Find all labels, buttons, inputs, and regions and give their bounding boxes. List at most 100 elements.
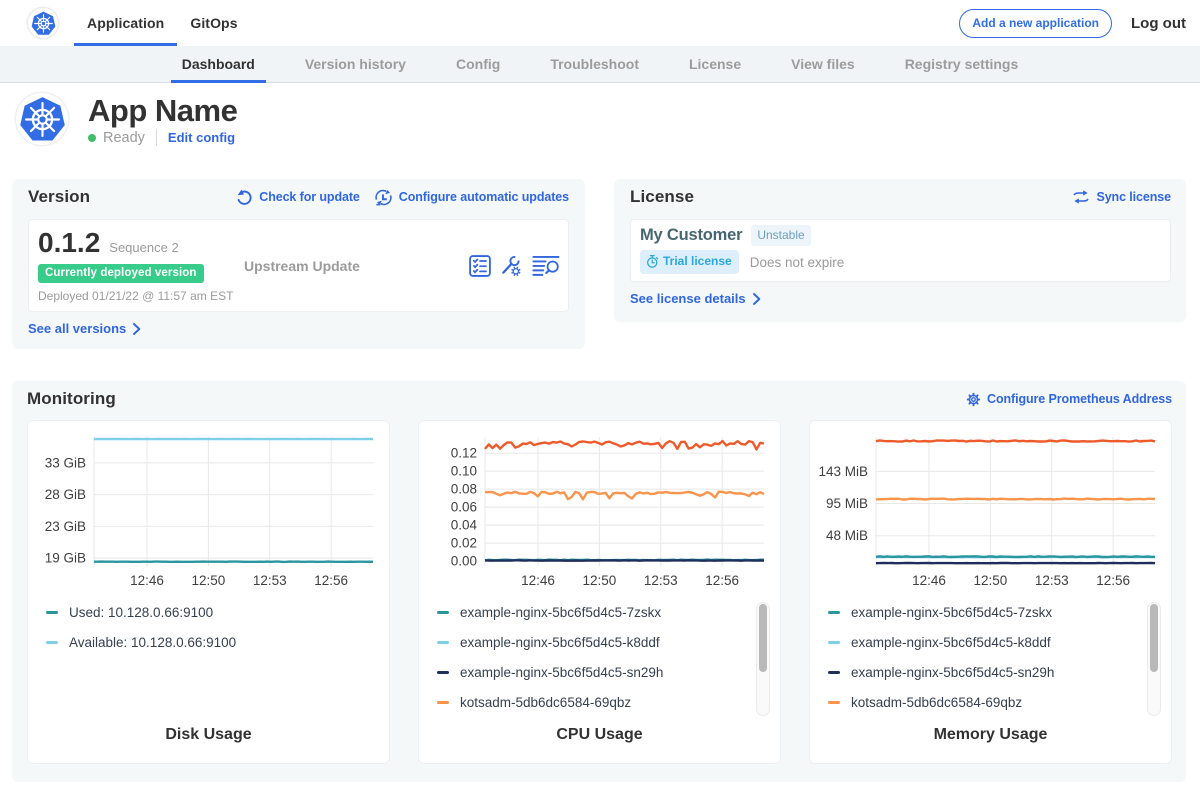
configure-auto-updates-label: Configure automatic updates [399, 190, 569, 204]
svg-text:0.08: 0.08 [451, 482, 477, 497]
svg-text:0.00: 0.00 [451, 554, 477, 569]
legend-scrollbar[interactable] [1147, 602, 1161, 716]
configure-auto-updates-link[interactable]: Configure automatic updates [374, 188, 569, 207]
add-application-button[interactable]: Add a new application [959, 9, 1112, 38]
app-subnav: Dashboard Version history Config Troublesho… [0, 46, 1200, 83]
sync-arrows-icon [1072, 189, 1090, 205]
tab-application[interactable]: Application [74, 0, 177, 46]
legend-item: Available: 10.128.0.66:9100 [28, 627, 389, 657]
edit-config-link[interactable]: Edit config [168, 130, 235, 145]
legend-label: kotsadm-5db6dc6584-69qbz [851, 695, 1022, 710]
legend-scrollbar-thumb[interactable] [759, 604, 767, 672]
svg-text:19 GiB: 19 GiB [45, 551, 86, 566]
cpu-usage-plot: 12:4612:5012:5312:560.000.020.040.060.08… [419, 421, 782, 591]
legend-label: Used: 10.128.0.66:9100 [69, 605, 213, 620]
kubernetes-logo-icon [28, 8, 58, 38]
configure-prometheus-label: Configure Prometheus Address [987, 392, 1172, 406]
subnav-item-registry-settings[interactable]: Registry settings [894, 46, 1030, 82]
version-number: 0.1.2 [38, 229, 100, 257]
memory-usage-plot: 12:4612:5012:5312:5648 MiB95 MiB143 MiB [810, 421, 1173, 591]
stopwatch-icon [646, 254, 659, 269]
legend-scrollbar[interactable] [756, 602, 770, 716]
version-card: Version Check for update [12, 179, 585, 349]
legend-label: example-nginx-5bc6f5d4c5-7zskx [460, 605, 661, 620]
sync-license-label: Sync license [1096, 190, 1171, 204]
check-for-update-label: Check for update [259, 190, 360, 204]
gear-icon [966, 392, 981, 407]
refresh-icon [235, 188, 253, 206]
legend-item: example-nginx-5bc6f5d4c5-k8ddf [810, 627, 1171, 657]
legend-label: example-nginx-5bc6f5d4c5-sn29h [460, 665, 663, 680]
svg-text:23 GiB: 23 GiB [45, 519, 86, 534]
see-license-details-link[interactable]: See license details [630, 291, 1171, 306]
chart-title: Disk Usage [28, 726, 389, 744]
chevron-right-icon [752, 293, 761, 305]
legend-label: example-nginx-5bc6f5d4c5-k8ddf [851, 635, 1051, 650]
license-type-label: Trial license [663, 255, 732, 268]
svg-text:12:46: 12:46 [521, 573, 555, 588]
svg-text:12:56: 12:56 [1096, 573, 1130, 588]
channel-badge: Unstable [751, 225, 810, 246]
svg-text:28 GiB: 28 GiB [45, 487, 86, 502]
legend-scrollbar-thumb[interactable] [1150, 604, 1158, 672]
upstream-update-label: Upstream Update [244, 258, 469, 274]
svg-text:0.10: 0.10 [451, 464, 477, 479]
subnav-item-view-files[interactable]: View files [780, 46, 866, 82]
license-details-box: My Customer Unstable Trial license [630, 219, 1171, 282]
legend-swatch-icon [437, 611, 449, 614]
divider [156, 129, 157, 146]
svg-text:0.06: 0.06 [451, 500, 477, 515]
disk-usage-chart: 12:4612:5012:5312:5619 GiB23 GiB28 GiB33… [27, 420, 390, 764]
svg-text:48 MiB: 48 MiB [826, 528, 868, 543]
legend-item: example-nginx-5bc6f5d4c5-7zskx [810, 597, 1171, 627]
svg-text:12:50: 12:50 [973, 573, 1007, 588]
sync-license-link[interactable]: Sync license [1072, 189, 1171, 205]
check-for-update-link[interactable]: Check for update [235, 188, 360, 206]
subnav-item-config[interactable]: Config [445, 46, 511, 82]
legend-label: Available: 10.128.0.66:9100 [69, 635, 236, 650]
app-kubernetes-icon [16, 93, 68, 145]
main-content: Version Check for update [0, 179, 1200, 782]
legend-swatch-icon [828, 611, 840, 614]
app-header: App Name Ready Edit config [0, 83, 1200, 146]
chart-title: Memory Usage [810, 726, 1171, 744]
svg-text:0.12: 0.12 [451, 446, 477, 461]
legend-swatch-icon [828, 671, 840, 674]
preflight-checklist-icon[interactable] [469, 255, 491, 277]
customer-name: My Customer [640, 225, 742, 246]
svg-text:12:46: 12:46 [912, 573, 946, 588]
app-title: App Name [88, 96, 237, 126]
svg-text:12:56: 12:56 [705, 573, 739, 588]
subnav-item-license[interactable]: License [678, 46, 752, 82]
legend-swatch-icon [828, 641, 840, 644]
see-all-versions-link[interactable]: See all versions [28, 321, 569, 336]
logout-link[interactable]: Log out [1131, 15, 1186, 32]
subnav-item-version-history[interactable]: Version history [294, 46, 417, 82]
legend-swatch-icon [437, 671, 449, 674]
legend-item: example-nginx-5bc6f5d4c5-7zskx [419, 597, 780, 627]
license-type-badge: Trial license [640, 250, 739, 274]
svg-text:12:46: 12:46 [130, 573, 164, 588]
subnav-item-troubleshoot[interactable]: Troubleshoot [539, 46, 650, 82]
view-diff-icon[interactable] [532, 255, 560, 277]
config-wrench-icon[interactable] [501, 255, 522, 277]
legend-swatch-icon [437, 641, 449, 644]
svg-text:12:50: 12:50 [582, 573, 616, 588]
subnav-item-dashboard[interactable]: Dashboard [171, 46, 266, 82]
status-dot-icon [88, 134, 96, 142]
legend-swatch-icon [46, 611, 58, 614]
configure-prometheus-link[interactable]: Configure Prometheus Address [966, 392, 1172, 407]
deployed-timestamp: Deployed 01/21/22 @ 11:57 am EST [38, 289, 244, 303]
navbar-right: Add a new application Log out [959, 0, 1188, 46]
legend-label: kotsadm-5db6dc6584-69qbz [460, 695, 631, 710]
version-card-title: Version [28, 187, 90, 207]
svg-text:12:53: 12:53 [253, 573, 287, 588]
see-all-versions-label: See all versions [28, 321, 126, 336]
memory-usage-chart: 12:4612:5012:5312:5648 MiB95 MiB143 MiBe… [809, 420, 1172, 764]
legend-swatch-icon [437, 701, 449, 704]
svg-text:12:50: 12:50 [191, 573, 225, 588]
current-version-box: 0.1.2 Sequence 2 Currently deployed vers… [28, 219, 569, 312]
legend-label: example-nginx-5bc6f5d4c5-7zskx [851, 605, 1052, 620]
tab-gitops[interactable]: GitOps [177, 0, 250, 46]
legend-label: example-nginx-5bc6f5d4c5-k8ddf [460, 635, 660, 650]
